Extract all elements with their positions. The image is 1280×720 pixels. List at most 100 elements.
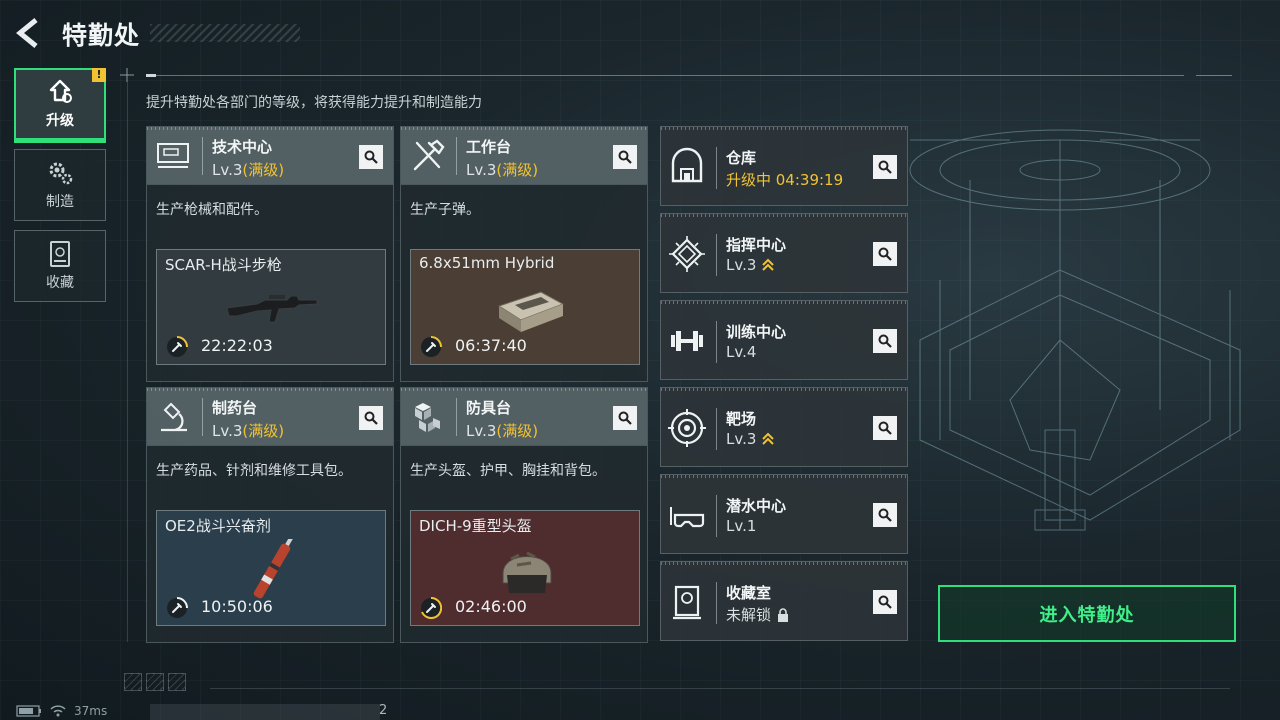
upgrade-available-icon xyxy=(762,432,775,445)
craft-timer-icon xyxy=(167,336,188,357)
facility-card-tech-center[interactable]: 技术中心 Lv.3(满级) 生产枪械和配件。 SCAR-H战斗步枪 22:22:… xyxy=(146,126,394,382)
level-value: Lv.3 xyxy=(212,161,243,179)
card-header: 制药台 Lv.3(满级) xyxy=(147,388,393,446)
production-slot[interactable]: SCAR-H战斗步枪 22:22:03 xyxy=(156,249,386,365)
facility-card-pharmacy[interactable]: 制药台 Lv.3(满级) 生产药品、针剂和维修工具包。 OE2战斗兴奋剂 10:… xyxy=(146,387,394,643)
search-icon xyxy=(878,595,892,609)
search-button[interactable] xyxy=(613,145,637,169)
blueprint-illustration xyxy=(909,129,1241,531)
search-button[interactable] xyxy=(873,329,897,353)
facility-name: 潜水中心 xyxy=(726,497,787,515)
max-level-tag: (满级) xyxy=(242,422,285,440)
search-button[interactable] xyxy=(359,145,383,169)
production-slot[interactable]: 6.8x51mm Hybrid 06:37:40 xyxy=(410,249,640,365)
nav-active-indicator xyxy=(14,140,106,143)
ping-value: 37ms xyxy=(74,704,108,718)
upgrade-countdown: 升级中 04:39:19 xyxy=(726,171,844,189)
search-button[interactable] xyxy=(873,155,897,179)
nav-item-craft[interactable]: 制造 xyxy=(14,149,106,221)
header-separator xyxy=(456,137,457,175)
facility-name: 防具台 xyxy=(466,399,512,417)
search-button[interactable] xyxy=(873,416,897,440)
facility-description: 生产头盔、护甲、胸挂和背包。 xyxy=(410,463,606,479)
search-button[interactable] xyxy=(873,590,897,614)
search-button[interactable] xyxy=(873,503,897,527)
level-value: Lv.3 xyxy=(466,422,497,440)
header-divider xyxy=(146,75,1184,76)
nav-item-upgrade[interactable]: ! 升级 xyxy=(14,68,106,140)
production-slot[interactable]: DICH-9重型头盔 02:46:00 xyxy=(410,510,640,626)
product-name: SCAR-H战斗步枪 xyxy=(165,256,282,274)
alert-badge: ! xyxy=(92,68,106,82)
search-button[interactable] xyxy=(613,406,637,430)
item-separator xyxy=(716,147,717,189)
product-name: 6.8x51mm Hybrid xyxy=(419,254,555,272)
production-slot[interactable]: OE2战斗兴奋剂 10:50:06 xyxy=(156,510,386,626)
item-separator xyxy=(716,408,717,450)
facility-level: Lv.3(满级) xyxy=(466,159,538,180)
facility-item-collection-room[interactable]: 收藏室 未解锁 xyxy=(660,561,908,641)
computer-icon xyxy=(157,143,189,168)
bottom-decoration xyxy=(124,673,186,691)
facility-level: Lv.3(满级) xyxy=(212,420,284,441)
card-header: 工作台 Lv.3(满级) xyxy=(401,127,647,185)
facility-status: Lv.1 xyxy=(726,517,756,535)
card-header: 防具台 Lv.3(满级) xyxy=(401,388,647,446)
search-icon xyxy=(618,411,632,425)
facility-name: 仓库 xyxy=(726,149,757,167)
diving-mask-icon xyxy=(670,507,705,528)
search-icon xyxy=(364,150,378,164)
facility-item-shooting-range[interactable]: 靶场 Lv.3 xyxy=(660,387,908,467)
facility-card-armor[interactable]: 防具台 Lv.3(满级) 生产头盔、护甲、胸挂和背包。 DICH-9重型头盔 0… xyxy=(400,387,648,643)
ammo-box-image xyxy=(497,291,565,332)
level-value: Lv.3 xyxy=(466,161,497,179)
bottom-number: 2 xyxy=(379,703,388,718)
wifi-icon xyxy=(50,705,66,717)
search-button[interactable] xyxy=(873,242,897,266)
page-title: 特勤处 xyxy=(62,21,141,50)
search-button[interactable] xyxy=(359,406,383,430)
facility-item-warehouse[interactable]: 仓库 升级中 04:39:19 xyxy=(660,126,908,206)
facility-name: 训练中心 xyxy=(726,323,787,341)
nav-item-label: 制造 xyxy=(46,194,74,210)
enter-special-ops-button[interactable]: 进入特勤处 xyxy=(938,585,1236,642)
back-arrow-icon[interactable] xyxy=(14,16,44,50)
facility-status: 升级中 04:39:19 xyxy=(726,169,843,190)
max-level-tag: (满级) xyxy=(496,161,539,179)
facility-description: 生产枪械和配件。 xyxy=(156,202,268,218)
facility-name: 工作台 xyxy=(466,138,512,156)
product-name: DICH-9重型头盔 xyxy=(419,517,532,535)
facility-item-training-center[interactable]: 训练中心 Lv.4 xyxy=(660,300,908,380)
item-separator xyxy=(716,234,717,276)
level-value: Lv.3 xyxy=(726,430,757,448)
nav-divider xyxy=(127,82,128,642)
craft-timer: 02:46:00 xyxy=(455,597,527,616)
search-icon xyxy=(878,508,892,522)
facility-name: 指挥中心 xyxy=(726,236,787,254)
facility-name: 收藏室 xyxy=(726,584,772,602)
header-separator xyxy=(456,398,457,436)
upgrade-icon xyxy=(49,79,72,103)
level-value: Lv.3 xyxy=(212,422,243,440)
facility-name: 技术中心 xyxy=(212,138,273,156)
facility-description: 生产药品、针剂和维修工具包。 xyxy=(156,463,352,479)
bottom-divider xyxy=(210,688,1230,689)
facility-level: Lv.3(满级) xyxy=(466,420,538,441)
target-icon xyxy=(668,409,706,447)
facility-name: 靶场 xyxy=(726,410,757,428)
card-header: 技术中心 Lv.3(满级) xyxy=(147,127,393,185)
facility-card-workbench[interactable]: 工作台 Lv.3(满级) 生产子弹。 6.8x51mm Hybrid 06:37… xyxy=(400,126,648,382)
search-icon xyxy=(878,421,892,435)
gear-icon xyxy=(49,162,73,185)
facility-item-diving-center[interactable]: 潜水中心 Lv.1 xyxy=(660,474,908,554)
facility-status: Lv.3 xyxy=(726,256,775,274)
facility-item-command-center[interactable]: 指挥中心 Lv.3 xyxy=(660,213,908,293)
nav-item-collection[interactable]: 收藏 xyxy=(14,230,106,302)
craft-timer-icon xyxy=(421,597,442,619)
max-level-tag: (满级) xyxy=(242,161,285,179)
armor-cubes-icon xyxy=(415,403,440,432)
level-value: Lv.1 xyxy=(726,517,757,535)
craft-timer: 06:37:40 xyxy=(455,336,527,355)
dumbbell-icon xyxy=(671,331,703,351)
helmet-image xyxy=(502,551,552,593)
